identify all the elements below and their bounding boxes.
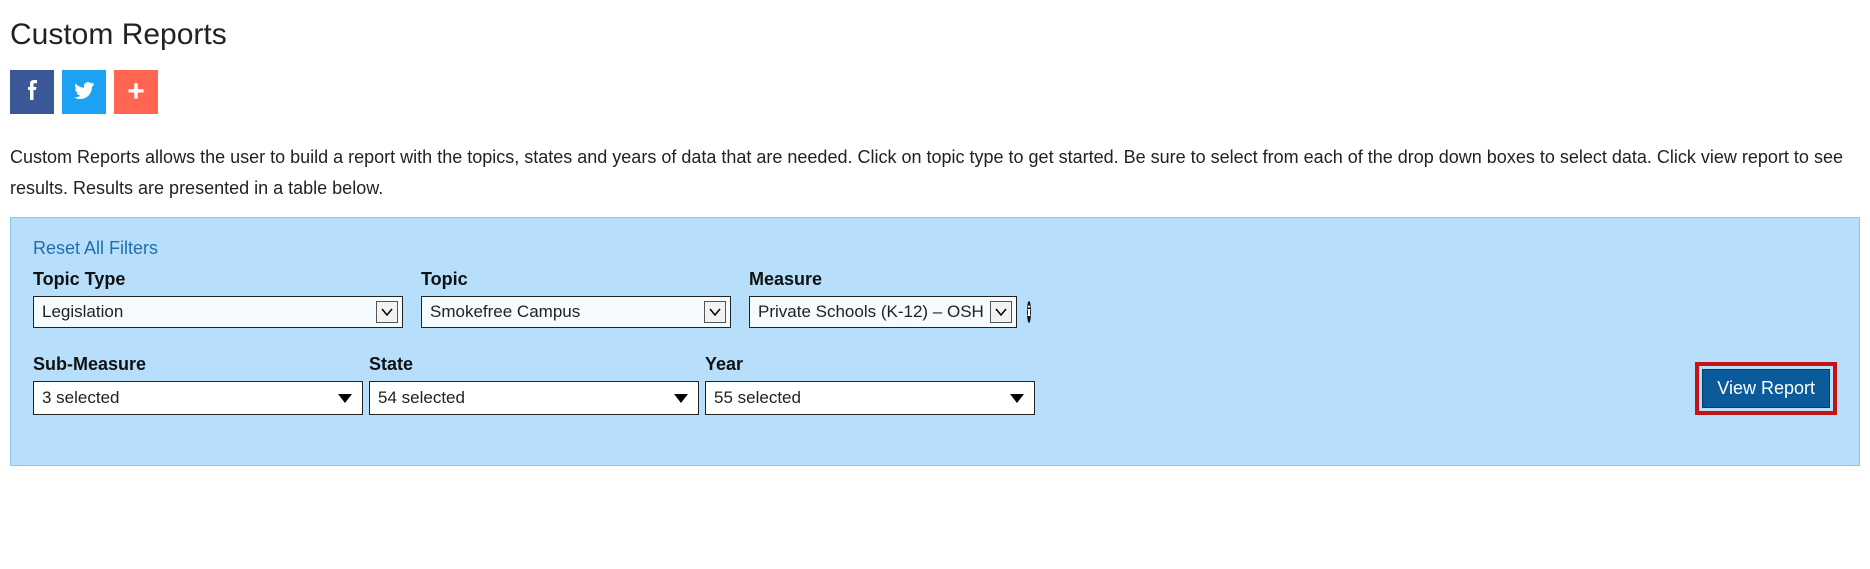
year-select[interactable]: 55 selected <box>705 381 1035 415</box>
sub-measure-value: 3 selected <box>42 388 338 408</box>
filter-group-measure: Measure Private Schools (K-12) – OSH i <box>749 269 1031 328</box>
filters-row-1: Topic Type Legislation Topic Smokefree C… <box>33 269 1837 328</box>
topic-value: Smokefree Campus <box>430 302 698 322</box>
topic-label: Topic <box>421 269 731 290</box>
filters-row-2: Sub-Measure 3 selected State 54 selected… <box>33 354 1837 415</box>
state-label: State <box>369 354 699 375</box>
facebook-share-button[interactable] <box>10 70 54 114</box>
twitter-icon <box>72 78 96 107</box>
caret-down-icon <box>1010 394 1024 403</box>
share-more-button[interactable]: + <box>114 70 158 114</box>
chevron-down-icon <box>990 301 1012 323</box>
topic-type-select[interactable]: Legislation <box>33 296 403 328</box>
topic-type-label: Topic Type <box>33 269 403 290</box>
filter-group-year: Year 55 selected <box>705 354 1035 415</box>
reset-all-filters-link[interactable]: Reset All Filters <box>33 238 158 259</box>
state-value: 54 selected <box>378 388 674 408</box>
page-title: Custom Reports <box>10 18 1860 52</box>
caret-down-icon <box>338 394 352 403</box>
measure-label: Measure <box>749 269 1031 290</box>
view-report-button[interactable]: View Report <box>1702 369 1830 408</box>
chevron-down-icon <box>376 301 398 323</box>
info-icon[interactable]: i <box>1027 301 1031 323</box>
measure-value: Private Schools (K-12) – OSH <box>758 302 984 322</box>
twitter-share-button[interactable] <box>62 70 106 114</box>
facebook-icon <box>20 78 44 107</box>
filter-panel: Reset All Filters Topic Type Legislation… <box>10 217 1860 466</box>
filter-group-topic-type: Topic Type Legislation <box>33 269 403 328</box>
topic-type-value: Legislation <box>42 302 370 322</box>
sub-measure-select[interactable]: 3 selected <box>33 381 363 415</box>
share-row: + <box>10 70 1860 114</box>
year-value: 55 selected <box>714 388 1010 408</box>
view-report-highlight: View Report <box>1695 362 1837 415</box>
year-label: Year <box>705 354 1035 375</box>
plus-icon: + <box>127 77 145 107</box>
sub-measure-label: Sub-Measure <box>33 354 363 375</box>
chevron-down-icon <box>704 301 726 323</box>
measure-select[interactable]: Private Schools (K-12) – OSH <box>749 296 1017 328</box>
caret-down-icon <box>674 394 688 403</box>
intro-text: Custom Reports allows the user to build … <box>10 142 1860 203</box>
topic-select[interactable]: Smokefree Campus <box>421 296 731 328</box>
filter-group-sub-measure: Sub-Measure 3 selected <box>33 354 363 415</box>
state-select[interactable]: 54 selected <box>369 381 699 415</box>
filter-group-state: State 54 selected <box>369 354 699 415</box>
filter-group-topic: Topic Smokefree Campus <box>421 269 731 328</box>
